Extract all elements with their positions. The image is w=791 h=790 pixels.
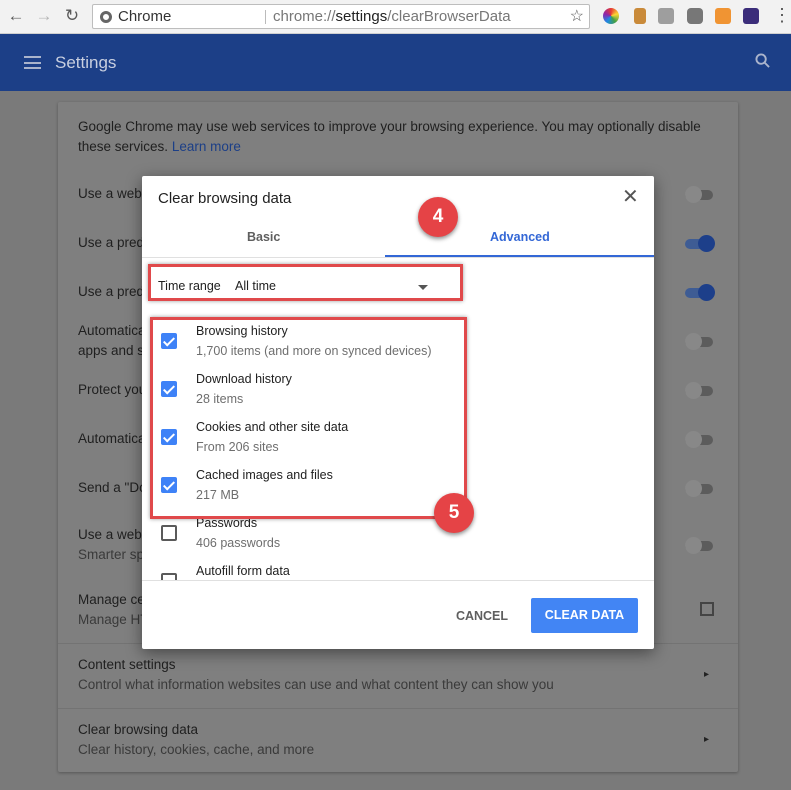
extension-code-icon[interactable] — [658, 8, 674, 24]
setting-row-label: Send a "Do — [78, 480, 147, 495]
search-icon[interactable] — [755, 53, 770, 68]
list-item[interactable]: Passwords 406 passwords — [142, 516, 654, 556]
step-badge-4: 4 — [418, 197, 458, 237]
setting-toggle[interactable] — [685, 431, 715, 448]
setting-toggle[interactable] — [685, 186, 715, 203]
clear-browsing-data-sub: Clear history, cookies, cache, and more — [78, 742, 315, 757]
item-title: Autofill form data — [196, 564, 290, 578]
forward-icon[interactable]: → — [33, 5, 55, 27]
setting-row-label: Use a web — [78, 186, 142, 201]
checkbox[interactable] — [161, 573, 177, 580]
learn-more-link[interactable]: Learn more — [172, 139, 241, 154]
setting-row-label: Protect you — [78, 382, 147, 397]
setting-toggle[interactable] — [685, 480, 715, 497]
manage-certificates-sub: Manage HT — [78, 612, 149, 627]
url-text: chrome://settings/clearBrowserData — [273, 8, 511, 25]
content-settings-sub: Control what information websites can us… — [78, 677, 554, 692]
chevron-right-icon[interactable]: ▸ — [704, 734, 709, 745]
tab-advanced[interactable]: Advanced — [490, 230, 550, 244]
content-settings-label[interactable]: Content settings — [78, 657, 176, 672]
setting-toggle[interactable] — [685, 235, 715, 252]
checkbox[interactable] — [161, 525, 177, 541]
setting-row-label: Use a web — [78, 527, 142, 542]
row-divider — [58, 708, 738, 709]
tab-basic[interactable]: Basic — [247, 230, 280, 244]
extension-camera-icon[interactable] — [687, 8, 703, 24]
setting-row-sub: apps and s — [78, 343, 145, 358]
time-range-highlight-box — [148, 264, 463, 301]
bookmark-star-icon[interactable]: ☆ — [570, 5, 584, 28]
close-icon[interactable]: ✕ — [622, 186, 639, 208]
setting-row-label: Automatica — [78, 431, 146, 446]
clear-browsing-data-label[interactable]: Clear browsing data — [78, 722, 198, 737]
omnibox-separator — [265, 10, 266, 24]
cancel-button[interactable]: CANCEL — [442, 599, 522, 633]
browser-toolbar: ← → ↻ Chrome chrome://settings/clearBrow… — [0, 0, 791, 34]
dialog-footer-divider — [142, 580, 654, 581]
setting-row-label: Use a predi — [78, 235, 148, 250]
item-sub: 406 passwords — [196, 536, 281, 550]
site-name: Chrome — [118, 8, 172, 25]
setting-row-label: Use a predi — [78, 284, 148, 299]
setting-toggle[interactable] — [685, 284, 715, 301]
address-bar[interactable]: Chrome chrome://settings/clearBrowserDat… — [92, 4, 590, 29]
step-badge-5: 5 — [434, 493, 474, 533]
hamburger-menu-icon[interactable] — [24, 56, 41, 69]
extension-tag-icon[interactable] — [634, 8, 646, 24]
more-menu-icon[interactable]: ⋮ — [773, 4, 791, 26]
tab-divider — [142, 257, 654, 258]
setting-row-sub: Smarter sp — [78, 547, 145, 562]
privacy-intro: Google Chrome may use web services to im… — [78, 119, 701, 154]
setting-toggle[interactable] — [685, 333, 715, 350]
chrome-site-icon — [100, 11, 112, 23]
dialog-title: Clear browsing data — [158, 190, 292, 207]
list-item[interactable]: Autofill form data — [142, 564, 654, 580]
page-title: Settings — [55, 53, 117, 72]
open-external-icon[interactable] — [700, 602, 714, 616]
extension-color-icon[interactable] — [603, 8, 619, 24]
setting-toggle[interactable] — [685, 382, 715, 399]
setting-row-label: Automatica — [78, 323, 146, 338]
extension-chart-icon[interactable] — [715, 8, 731, 24]
settings-header: Settings — [0, 34, 791, 91]
data-types-highlight-box — [150, 317, 467, 519]
back-icon[interactable]: ← — [5, 5, 27, 27]
active-tab-indicator — [385, 255, 654, 257]
clear-data-button[interactable]: CLEAR DATA — [531, 598, 638, 633]
reload-icon[interactable]: ↻ — [61, 5, 83, 27]
setting-toggle[interactable] — [685, 537, 715, 554]
manage-certificates-label: Manage ce — [78, 592, 145, 607]
chevron-right-icon[interactable]: ▸ — [704, 669, 709, 680]
extension-purple-icon[interactable] — [743, 8, 759, 24]
